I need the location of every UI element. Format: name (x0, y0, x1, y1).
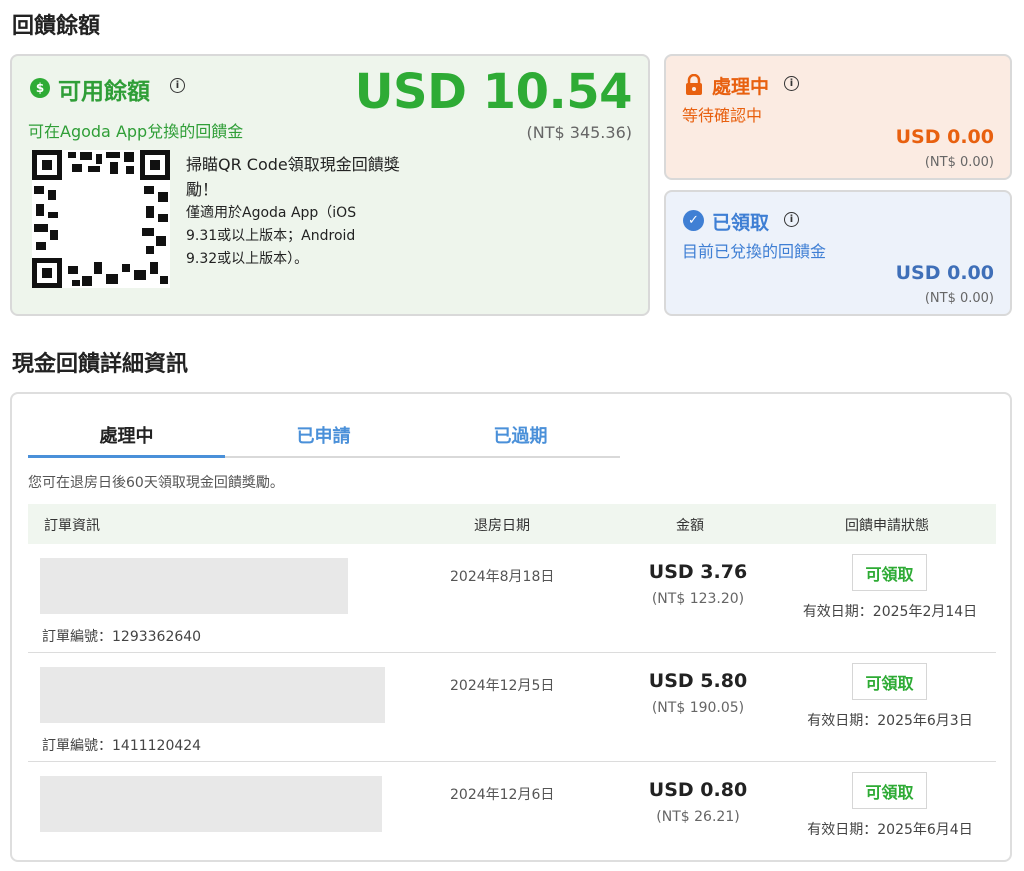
available-title: 可用餘額 (58, 79, 150, 105)
order-image-placeholder (40, 667, 385, 723)
claim-notice: 您可在退房日後60天領取現金回饋獎勵。 (28, 475, 284, 491)
checkout-date: 2024年12月6日 (450, 787, 555, 803)
available-balance-card: $ 可用餘額 i 可在Agoda App兌換的回饋金 USD 10.54 (NT… (10, 54, 650, 316)
column-amount: 金額 (676, 518, 704, 534)
table-row: 訂單編號：1293362640 2024年8月18日 USD 3.76 (NT$… (28, 544, 996, 653)
status-tabs: 處理中 已申請 已過期 (28, 414, 620, 458)
row-local-amount: (NT$ 190.05) (651, 700, 745, 716)
claimed-title: 已領取 (712, 212, 770, 234)
order-number: 訂單編號：1411120424 (42, 738, 202, 754)
row-amount: USD 3.76 (648, 561, 748, 583)
column-checkout-date: 退房日期 (474, 518, 530, 534)
checkout-date: 2024年8月18日 (450, 569, 555, 585)
checkout-date: 2024年12月5日 (450, 678, 555, 694)
tab-processing[interactable]: 處理中 (28, 414, 225, 458)
claimed-amount: USD 0.00 (895, 262, 994, 284)
claimed-local-amount: (NT$ 0.00) (924, 291, 994, 306)
table-header: 訂單資訊 退房日期 金額 回饋申請狀態 (28, 504, 996, 544)
row-local-amount: (NT$ 26.21) (656, 809, 740, 825)
column-status: 回饋申請狀態 (845, 518, 929, 534)
balance-section-title: 回饋餘額 (12, 14, 101, 39)
claimed-balance-card: ✓ 已領取 i 目前已兌換的回饋金 USD 0.00 (NT$ 0.00) (664, 190, 1012, 316)
row-amount: USD 0.80 (648, 779, 748, 801)
details-section-title: 現金回饋詳細資訊 (12, 352, 189, 377)
available-amount: USD 10.54 (354, 64, 633, 120)
table-row: 訂單編號：1411120424 2024年12月5日 USD 5.80 (NT$… (28, 653, 996, 762)
expiry-date: 有效日期：2025年6月3日 (807, 713, 973, 729)
qr-code-image (32, 150, 170, 288)
qr-app-note: 僅適用於Agoda App（iOS 9.31或以上版本；Android 9.32… (186, 205, 357, 267)
pending-local-amount: (NT$ 0.00) (924, 155, 994, 170)
column-order-info: 訂單資訊 (44, 518, 100, 534)
claim-button[interactable]: 可領取 (852, 663, 927, 700)
claimed-subtitle: 目前已兌換的回饋金 (682, 242, 827, 261)
info-icon[interactable]: i (784, 76, 799, 91)
order-image-placeholder (40, 776, 382, 832)
tab-expired[interactable]: 已過期 (422, 414, 619, 456)
cashback-details-panel: 處理中 已申請 已過期 您可在退房日後60天領取現金回饋獎勵。 訂單資訊 退房日… (10, 392, 1012, 862)
table-row: 2024年12月6日 USD 0.80 (NT$ 26.21) 可領取 有效日期… (28, 762, 996, 871)
tab-applied[interactable]: 已申請 (225, 414, 422, 456)
pending-title: 處理中 (712, 76, 770, 98)
available-subtitle: 可在Agoda App兌換的回饋金 (28, 122, 244, 141)
available-local-amount: (NT$ 345.36) (526, 123, 632, 142)
order-number: 訂單編號：1293362640 (42, 629, 202, 645)
order-image-placeholder (40, 558, 348, 614)
expiry-date: 有效日期：2025年2月14日 (802, 604, 978, 620)
pending-subtitle: 等待確認中 (682, 106, 763, 125)
info-icon[interactable]: i (170, 78, 185, 93)
row-amount: USD 5.80 (648, 670, 748, 692)
pending-amount: USD 0.00 (895, 126, 994, 148)
info-icon[interactable]: i (784, 212, 799, 227)
check-circle-icon: ✓ (683, 210, 704, 231)
cash-hand-icon: $ (30, 78, 50, 98)
qr-instruction-text: 掃瞄QR Code領取現金回饋獎勵！ (186, 155, 400, 199)
pending-balance-card: 處理中 i 等待確認中 USD 0.00 (NT$ 0.00) (664, 54, 1012, 180)
expiry-date: 有效日期：2025年6月4日 (807, 822, 973, 838)
claim-button[interactable]: 可領取 (852, 554, 927, 591)
lock-icon (686, 74, 702, 95)
row-local-amount: (NT$ 123.20) (651, 591, 745, 607)
claim-button[interactable]: 可領取 (852, 772, 927, 809)
